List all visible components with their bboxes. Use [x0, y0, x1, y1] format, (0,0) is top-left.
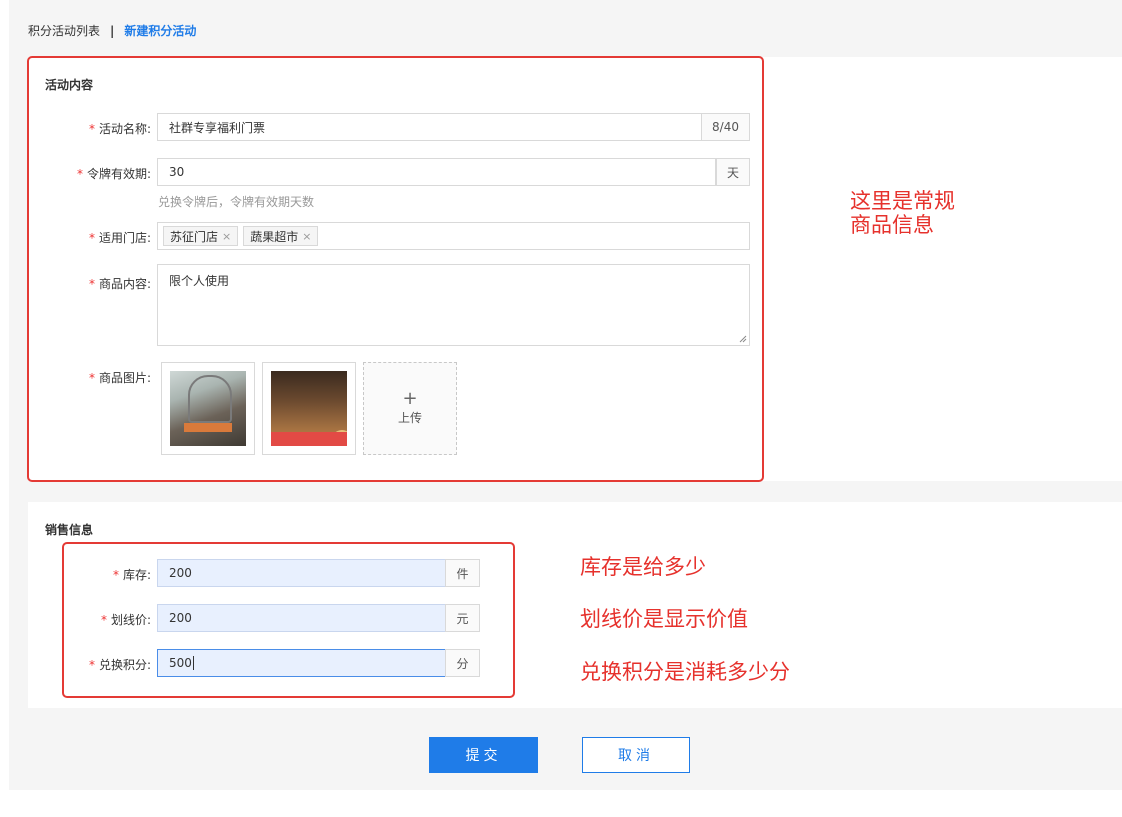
- highlight-box-sales-info: [62, 542, 515, 698]
- cancel-button[interactable]: 取消: [582, 737, 690, 773]
- breadcrumb-parent-link[interactable]: 积分活动列表: [28, 22, 100, 39]
- breadcrumb: 积分活动列表 | 新建积分活动: [28, 22, 196, 39]
- annotation-list-price: 划线价是显示价值: [580, 607, 748, 631]
- breadcrumb-separator: |: [110, 23, 115, 38]
- section-title-sales-info: 销售信息: [45, 523, 94, 537]
- submit-button[interactable]: 提交: [429, 737, 538, 773]
- highlight-box-general-info: [27, 56, 764, 482]
- breadcrumb-current: 新建积分活动: [124, 24, 197, 38]
- annotation-points: 兑换积分是消耗多少分: [580, 660, 790, 684]
- annotation-general-info: 这里是常规 商品信息: [850, 189, 955, 237]
- annotation-stock: 库存是给多少: [580, 555, 706, 579]
